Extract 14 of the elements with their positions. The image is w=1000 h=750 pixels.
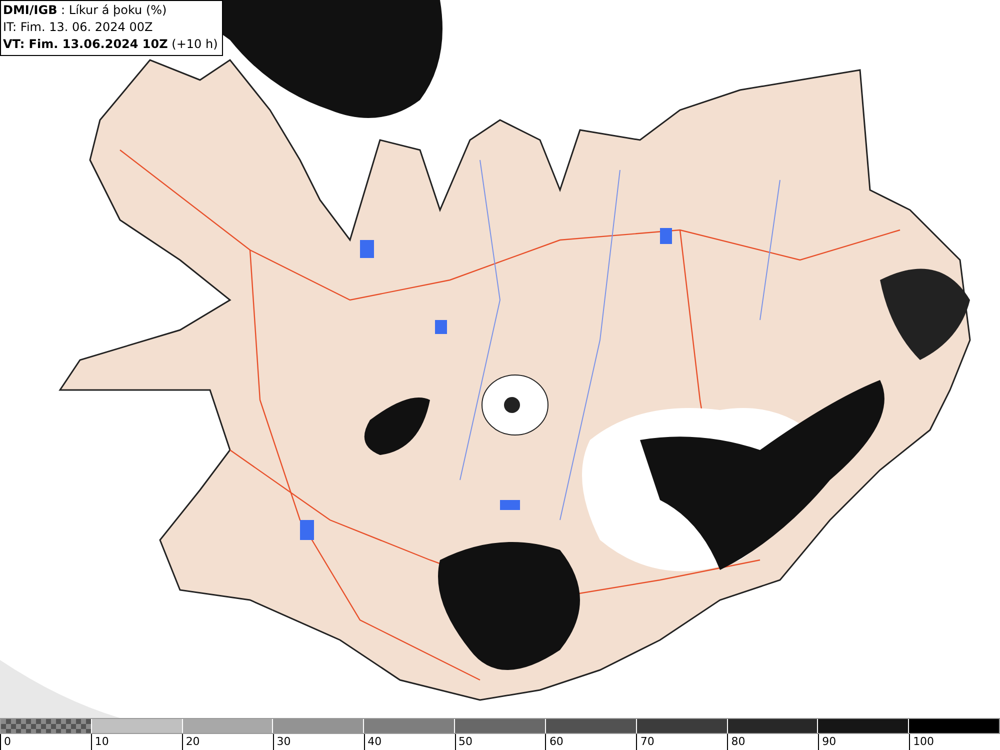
- scale-label: 90: [818, 734, 910, 750]
- scale-label: 50: [454, 734, 546, 750]
- scale-label: 10: [90, 734, 182, 750]
- scale-label: 40: [364, 734, 455, 750]
- scale-label: 100: [909, 734, 1000, 750]
- info-text: VT: Fim. 13.06.2024 10Z (+10 h): [3, 36, 218, 53]
- scale-label: 20: [182, 734, 273, 750]
- scale-label: 30: [272, 734, 364, 750]
- scale-label: 0: [0, 734, 91, 750]
- scale-label: 60: [545, 734, 636, 750]
- scale-label: 70: [636, 734, 728, 750]
- info-text: IT: Fim. 13. 06. 2024 00Z: [3, 19, 154, 36]
- info-text: DMI/IGB : Líkur á þoku (%): [3, 2, 168, 19]
- scale-label: 80: [727, 734, 818, 750]
